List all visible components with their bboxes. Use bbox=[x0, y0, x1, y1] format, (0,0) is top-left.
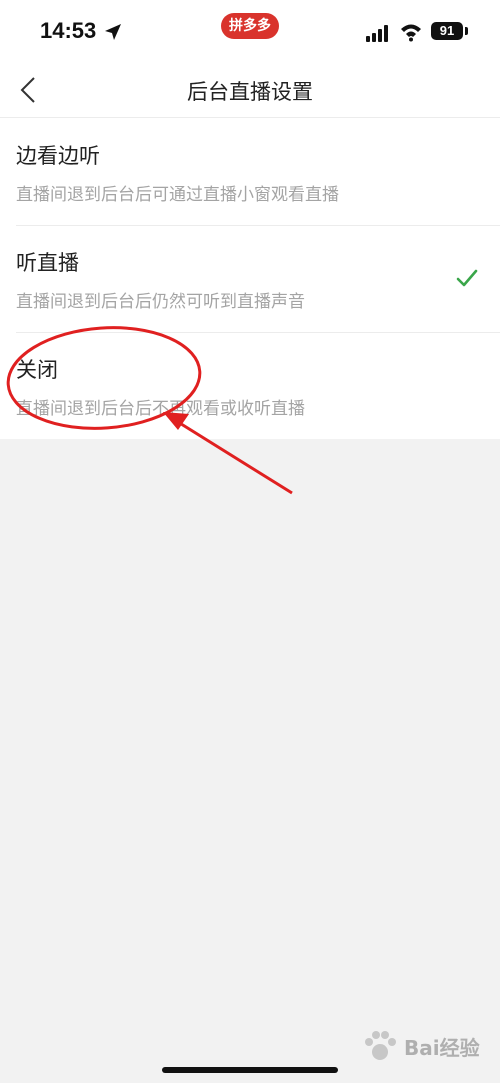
paw-icon bbox=[365, 1031, 396, 1060]
option-description: 直播间退到后台后仍然可听到直播声音 bbox=[16, 292, 305, 312]
status-time: 14:53 bbox=[40, 18, 97, 43]
option-off[interactable]: 关闭 直播间退到后台后不再观看或收听直播 bbox=[0, 332, 500, 439]
option-watch-and-listen[interactable]: 边看边听 直播间退到后台后可通过直播小窗观看直播 bbox=[0, 118, 500, 225]
watermark-text: Bai经验 bbox=[404, 1036, 480, 1060]
option-title: 听直播 bbox=[16, 251, 79, 275]
signal-icon bbox=[366, 25, 388, 42]
battery-tip bbox=[465, 27, 468, 35]
page-title: 后台直播设置 bbox=[187, 80, 313, 104]
home-indicator bbox=[162, 1067, 338, 1073]
nav-bar: 后台直播设置 bbox=[0, 62, 500, 118]
options-list: 边看边听 直播间退到后台后可通过直播小窗观看直播 听直播 直播间退到后台后仍然可… bbox=[0, 118, 500, 439]
battery-icon: 91 bbox=[431, 22, 463, 40]
app-pill[interactable]: 拼多多 bbox=[221, 13, 279, 39]
option-listen-live[interactable]: 听直播 直播间退到后台后仍然可听到直播声音 bbox=[0, 225, 500, 332]
watermark: Bai经验 bbox=[360, 1028, 490, 1064]
option-title: 边看边听 bbox=[16, 144, 100, 168]
status-bar: 14:53 拼多多 91 bbox=[0, 0, 500, 62]
option-description: 直播间退到后台后不再观看或收听直播 bbox=[16, 399, 305, 419]
location-icon bbox=[105, 24, 121, 40]
check-icon bbox=[456, 269, 478, 287]
option-description: 直播间退到后台后可通过直播小窗观看直播 bbox=[16, 185, 339, 205]
wifi-icon bbox=[401, 24, 421, 42]
option-title: 关闭 bbox=[16, 358, 58, 382]
